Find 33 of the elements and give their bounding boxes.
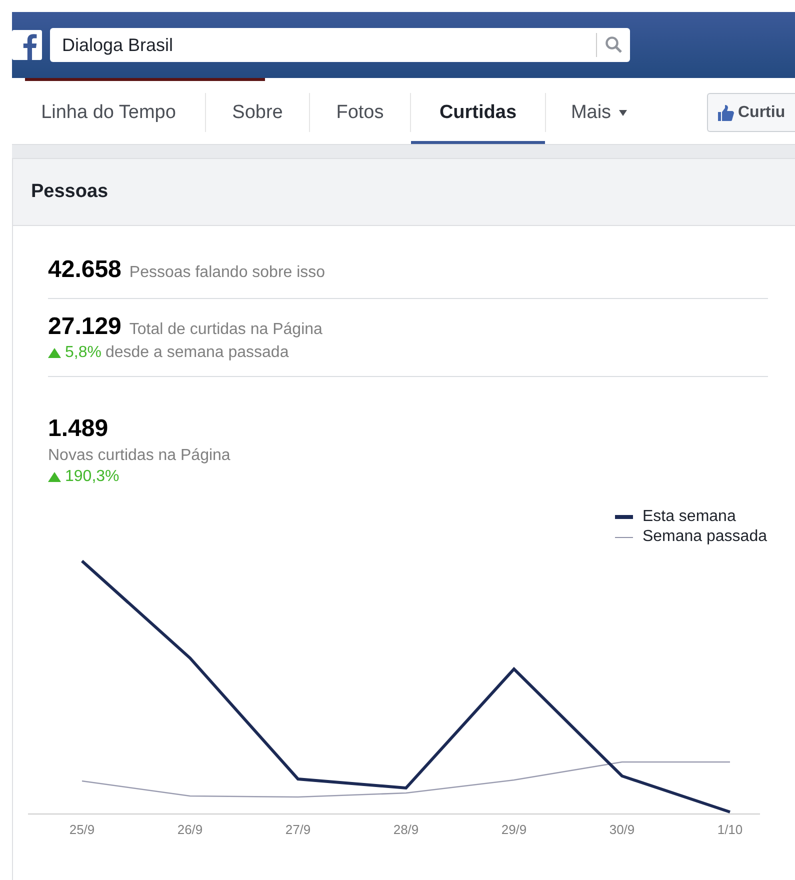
thumbs-up-icon — [718, 104, 734, 120]
stat-label: Total de curtidas na Página — [129, 321, 322, 339]
axis-label: 28/9 — [393, 822, 419, 837]
axis-label: 27/9 — [285, 822, 311, 837]
axis-label: 29/9 — [501, 822, 527, 837]
change-percent: 190,3% — [65, 468, 120, 486]
facebook-logo-icon[interactable] — [12, 30, 42, 60]
change-label: desde a semana passada — [105, 344, 289, 362]
up-triangle-icon — [48, 472, 61, 482]
legend-swatch-icon — [615, 515, 634, 519]
axis-label: 25/9 — [69, 822, 95, 837]
dropdown-caret-icon — [619, 110, 628, 116]
stat-value: 42.658 — [48, 256, 122, 284]
tab[interactable]: Curtidas — [411, 81, 545, 144]
tab[interactable]: Mais — [546, 81, 652, 144]
axis-label: 1/10 — [717, 822, 743, 837]
stat-label: Pessoas falando sobre isso — [129, 264, 326, 282]
search-icon — [604, 36, 622, 54]
tab[interactable]: Sobre — [206, 81, 309, 144]
up-triangle-icon — [48, 348, 61, 358]
legend-label: Esta semana — [642, 508, 736, 526]
stat-label: Novas curtidas na Página — [48, 447, 230, 465]
section-title: Pessoas — [31, 181, 108, 203]
axis-label: 26/9 — [177, 822, 203, 837]
legend-label: Semana passada — [642, 528, 767, 546]
change-percent: 5,8% — [65, 344, 102, 362]
tab[interactable]: Fotos — [310, 81, 410, 144]
stat-value: 1.489 — [48, 415, 108, 443]
stat-value: 27.129 — [48, 313, 122, 341]
tab[interactable]: Linha do Tempo — [12, 81, 205, 144]
like-button[interactable]: Curtiu — [707, 93, 795, 132]
search-bar[interactable]: Dialoga Brasil — [50, 28, 630, 62]
axis-label: 30/9 — [609, 822, 635, 837]
